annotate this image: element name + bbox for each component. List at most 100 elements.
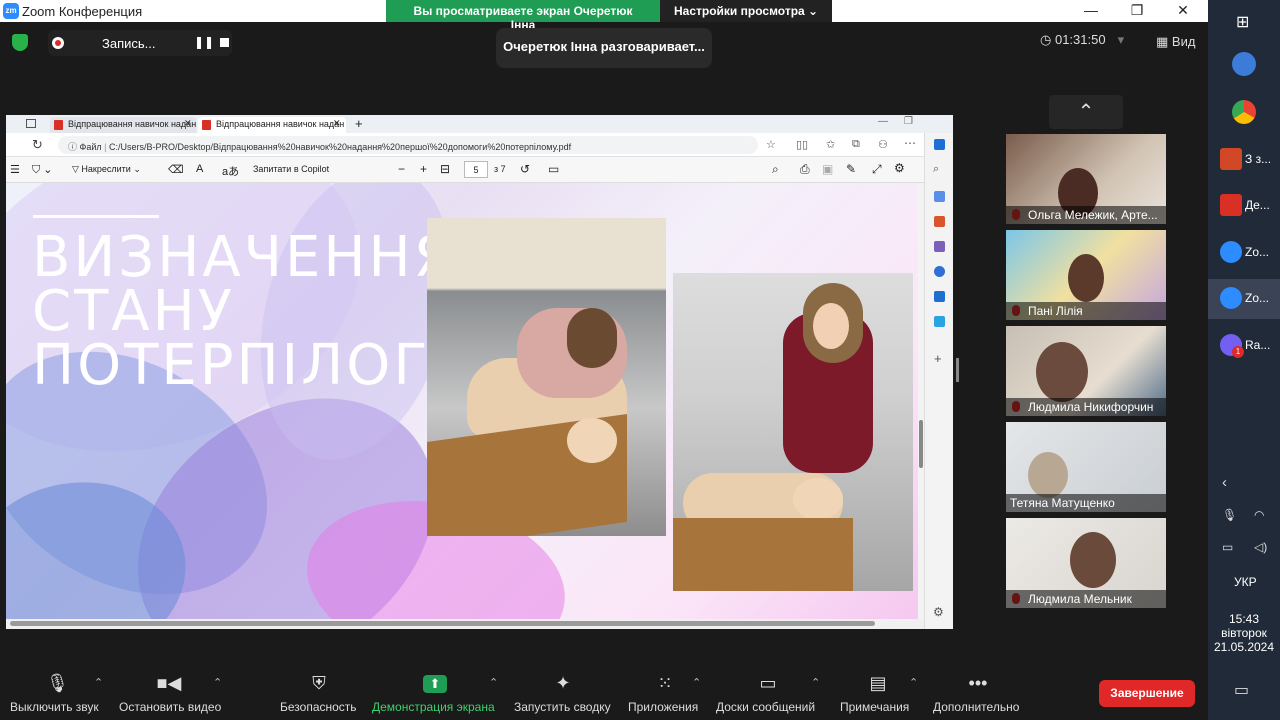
browser-tab-active[interactable]: Відпрацювання навичок надан bbox=[198, 117, 346, 133]
close-tab-icon[interactable]: ✕ bbox=[184, 118, 192, 129]
favorites-icon[interactable]: ✩ bbox=[826, 138, 835, 151]
address-bar[interactable]: ⓘ Файл | C:/Users/B-PRO/Desktop/Відпрацю… bbox=[58, 136, 758, 154]
scroll-up-button[interactable]: ⌃ bbox=[1049, 95, 1123, 129]
taskbar-app-pdf[interactable]: Де... bbox=[1218, 186, 1278, 226]
restore-icon[interactable]: ❐ bbox=[904, 116, 913, 127]
chevron-down-icon[interactable]: ▾ bbox=[1118, 32, 1125, 47]
stop-video-button[interactable]: Остановить видео bbox=[119, 700, 221, 714]
rotate-icon[interactable]: ↺ bbox=[520, 162, 530, 176]
add-icon[interactable]: + bbox=[934, 351, 942, 366]
pause-icon[interactable]: ❚❚ bbox=[194, 35, 214, 49]
windows-start-icon[interactable]: ⊞ bbox=[1236, 12, 1249, 32]
zoom-in-icon[interactable]: + bbox=[420, 162, 427, 176]
apps-options-caret[interactable]: ⌃ bbox=[692, 676, 701, 689]
clock[interactable]: 15:43 вівторок 21.05.2024 bbox=[1208, 612, 1280, 654]
notes-icon[interactable]: ▤ bbox=[868, 673, 888, 693]
split-icon[interactable]: ▯▯ bbox=[796, 138, 808, 151]
close-tab-icon[interactable]: ✕ bbox=[333, 118, 341, 129]
apps-button[interactable]: Приложения bbox=[628, 700, 698, 714]
search-icon[interactable]: ⌕ bbox=[772, 162, 779, 177]
chevron-left-icon[interactable]: ‹ bbox=[1222, 474, 1227, 491]
settings-icon[interactable]: ⚙ bbox=[933, 605, 944, 619]
shield-check-icon[interactable] bbox=[12, 34, 28, 51]
new-tab-icon[interactable]: + bbox=[355, 116, 363, 131]
share-options-caret[interactable]: ⌃ bbox=[489, 676, 498, 689]
read-aloud-icon[interactable]: aあ bbox=[222, 163, 239, 179]
horizontal-scroll-thumb[interactable] bbox=[10, 621, 875, 626]
eraser-icon[interactable]: ⌫ bbox=[168, 163, 184, 176]
taskbar-app-powerpoint[interactable]: З з... bbox=[1218, 140, 1278, 180]
volume-icon[interactable]: ◁) bbox=[1254, 540, 1267, 554]
resize-handle[interactable] bbox=[956, 358, 959, 382]
chrome-icon[interactable] bbox=[1232, 100, 1256, 124]
restore-icon[interactable]: ❐ bbox=[1122, 2, 1152, 19]
wifi-icon[interactable]: ◠ bbox=[1254, 508, 1264, 522]
copilot-icon[interactable] bbox=[934, 139, 945, 150]
toolbox-icon[interactable] bbox=[934, 216, 945, 227]
summary-icon[interactable]: ✦ bbox=[552, 673, 574, 693]
video-camera-icon[interactable]: ■◀ bbox=[156, 673, 182, 693]
collections-icon[interactable]: ⧉ bbox=[852, 138, 860, 151]
view-settings-button[interactable]: Настройки просмотра ⌄ bbox=[660, 0, 832, 22]
close-icon[interactable]: ✕ bbox=[1168, 2, 1198, 19]
participant-tile[interactable]: Людмила Никифорчин bbox=[1006, 326, 1166, 416]
two-page-icon[interactable]: ▭ bbox=[548, 162, 559, 176]
games-icon[interactable] bbox=[934, 241, 945, 252]
menu-icon[interactable]: ☰ bbox=[10, 163, 20, 176]
minimize-icon[interactable]: — bbox=[1076, 2, 1106, 18]
extensions-icon[interactable]: ⚇ bbox=[878, 138, 888, 151]
security-button[interactable]: Безопасность bbox=[280, 700, 357, 714]
m365-icon[interactable] bbox=[934, 266, 945, 277]
microphone-icon[interactable]: 🎙 bbox=[46, 673, 69, 693]
notes-button[interactable]: Примечания bbox=[840, 700, 909, 714]
save-as-icon[interactable]: ✎ bbox=[846, 162, 856, 176]
vertical-scroll-thumb[interactable] bbox=[919, 420, 923, 468]
star-icon[interactable]: ☆ bbox=[766, 138, 776, 151]
battery-icon[interactable]: ▭ bbox=[1222, 540, 1233, 554]
tag-icon[interactable] bbox=[934, 191, 945, 202]
share-screen-icon[interactable]: ⬆ bbox=[423, 675, 447, 693]
apps-icon[interactable]: ⁙ bbox=[654, 673, 676, 693]
boards-button[interactable]: Доски сообщений bbox=[716, 700, 815, 714]
more-icon[interactable]: ⋯ bbox=[904, 136, 916, 150]
zoom-out-icon[interactable]: − bbox=[398, 162, 405, 176]
video-options-caret[interactable]: ⌃ bbox=[213, 676, 222, 689]
page-number-input[interactable]: 5 bbox=[464, 161, 488, 178]
fullscreen-icon[interactable]: ⤢ bbox=[872, 162, 882, 177]
start-summary-button[interactable]: Запустить сводку bbox=[514, 700, 611, 714]
taskbar-app-zoom[interactable]: Zo... bbox=[1218, 233, 1278, 273]
participant-tile[interactable]: Тетяна Матущенко bbox=[1006, 422, 1166, 512]
minimize-icon[interactable]: — bbox=[878, 116, 888, 127]
stack-app-icon[interactable] bbox=[1232, 52, 1256, 76]
security-shield-icon[interactable]: ⛨ bbox=[308, 673, 330, 693]
notifications-icon[interactable]: ▭ bbox=[1234, 680, 1249, 700]
microphone-icon[interactable]: 🎙 bbox=[1222, 508, 1237, 522]
share-screen-button[interactable]: Демонстрация экрана bbox=[372, 700, 495, 714]
notes-options-caret[interactable]: ⌃ bbox=[909, 676, 918, 689]
more-icon[interactable]: ••• bbox=[966, 673, 990, 693]
mute-button[interactable]: Выключить звук bbox=[10, 700, 99, 714]
stop-icon[interactable] bbox=[220, 38, 229, 47]
settings-icon[interactable]: ⚙ bbox=[894, 161, 905, 175]
whiteboard-icon[interactable]: ▭ bbox=[757, 673, 779, 693]
mute-options-caret[interactable]: ⌃ bbox=[94, 676, 103, 689]
draw-button[interactable]: ▽ Накреслити ⌄ bbox=[72, 164, 141, 175]
taskbar-app-viber[interactable]: 1 Ra... bbox=[1218, 326, 1278, 366]
horizontal-scrollbar[interactable] bbox=[6, 619, 924, 629]
copilot-button[interactable]: Запитати в Copilot bbox=[253, 164, 329, 174]
refresh-icon[interactable]: ↻ bbox=[32, 137, 43, 153]
boards-options-caret[interactable]: ⌃ bbox=[811, 676, 820, 689]
end-meeting-button[interactable]: Завершение bbox=[1099, 680, 1195, 707]
tab-actions-icon[interactable] bbox=[26, 119, 36, 128]
more-button[interactable]: Дополнительно bbox=[933, 700, 1019, 714]
highlight-icon[interactable]: ⛉ ⌄ bbox=[32, 163, 53, 177]
view-button[interactable]: ▦ Вид bbox=[1156, 34, 1195, 50]
drop-icon[interactable] bbox=[934, 316, 945, 327]
browser-tab[interactable]: Відпрацювання навичок надан bbox=[50, 117, 196, 133]
participant-tile[interactable]: Ольга Мележик, Арте... bbox=[1006, 134, 1166, 224]
participant-tile[interactable]: Пані Лілія bbox=[1006, 230, 1166, 320]
fit-page-icon[interactable]: ⊟ bbox=[440, 162, 450, 176]
save-icon[interactable]: ▣ bbox=[822, 162, 833, 176]
text-icon[interactable]: A bbox=[196, 163, 203, 175]
print-icon[interactable]: ⎙ bbox=[800, 162, 810, 177]
